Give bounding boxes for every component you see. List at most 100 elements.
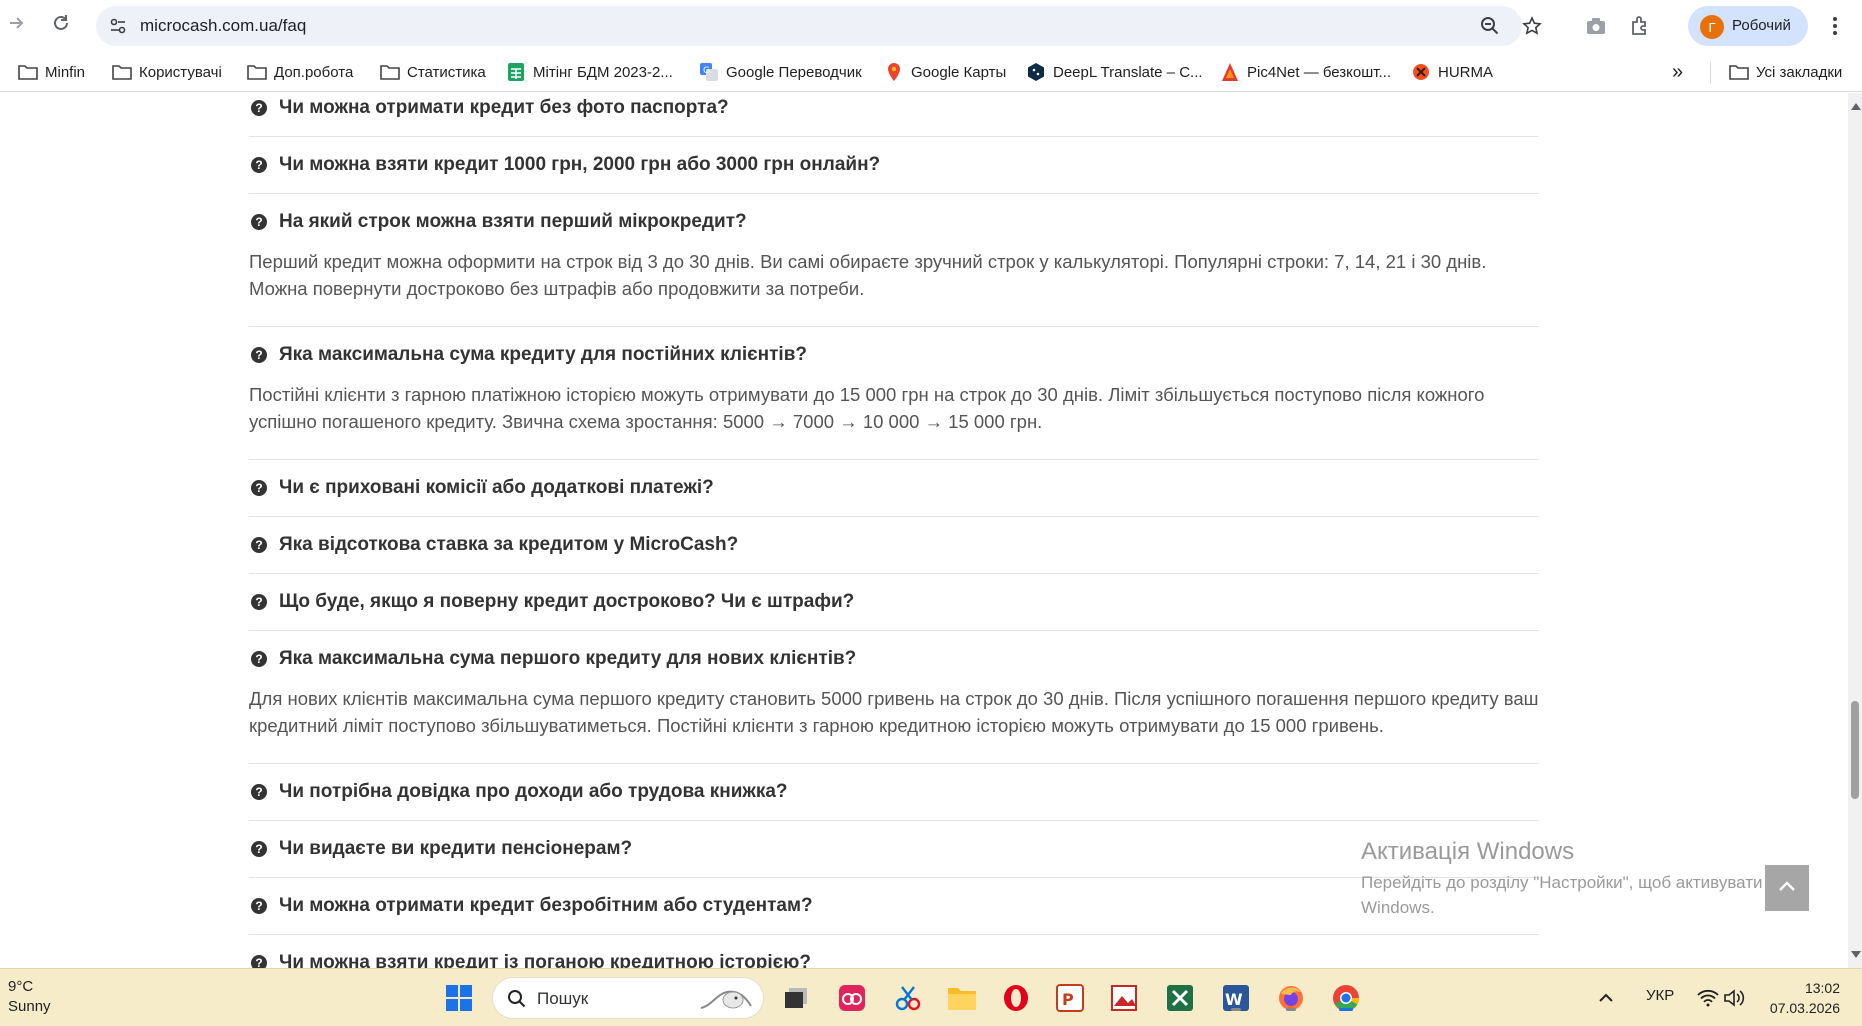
question-circle-icon: ? xyxy=(251,157,267,173)
question-circle-icon: ? xyxy=(251,651,267,667)
bookmark-google-maps[interactable]: Google Карты xyxy=(884,60,1006,84)
start-button[interactable] xyxy=(443,982,475,1014)
menu-kebab-icon[interactable] xyxy=(1822,13,1848,39)
faq-question[interactable]: ? Яка максимальна сума кредиту для пості… xyxy=(249,327,1539,383)
page-content: ? Чи можна отримати кредит без фото пасп… xyxy=(0,93,1848,968)
question-circle-icon: ? xyxy=(251,784,267,800)
scroll-to-top-button[interactable] xyxy=(1765,865,1809,911)
camera-icon[interactable] xyxy=(1583,13,1609,39)
system-clock[interactable]: 13:02 07.03.2026 xyxy=(1764,978,1840,1018)
svg-text:W: W xyxy=(1225,990,1243,1009)
bookmark-google-translate[interactable]: G Google Переводчик xyxy=(699,60,862,84)
faq-item: ? Яка максимальна сума першого кредиту д… xyxy=(249,631,1539,764)
file-explorer-icon[interactable] xyxy=(946,982,978,1014)
bookmark-meeting[interactable]: Мітінг БДМ 2023-2... xyxy=(506,60,673,84)
faq-question[interactable]: ? Чи можна взяти кредит 1000 грн, 2000 г… xyxy=(249,137,1539,193)
arrow-right-icon xyxy=(8,14,26,37)
search-highlight-icon xyxy=(699,984,755,1019)
bookmark-deepl[interactable]: DeepL Translate – C... xyxy=(1026,60,1203,84)
reload-button[interactable] xyxy=(44,8,78,42)
tray-overflow-chevron-icon[interactable] xyxy=(1596,982,1616,1014)
all-bookmarks-button[interactable]: Усі закладки xyxy=(1729,60,1842,84)
browser-toolbar: microcash.com.ua/faq Г Робочий xyxy=(0,0,1862,50)
snipping-tool-icon[interactable] xyxy=(892,982,924,1014)
bookmark-star-icon[interactable] xyxy=(1520,14,1544,38)
deepl-icon xyxy=(1026,62,1046,82)
chrome-icon[interactable] xyxy=(1330,982,1362,1014)
folder-icon xyxy=(1729,62,1749,82)
faq-answer: Постійні клієнти з гарною платіжною істо… xyxy=(249,384,1485,432)
address-bar[interactable]: microcash.com.ua/faq xyxy=(96,6,1542,46)
input-language[interactable]: УКР xyxy=(1646,987,1674,1004)
bookmark-pic4net[interactable]: Pic4Net — безкошт... xyxy=(1220,60,1391,84)
faq-item: ? Що буде, якщо я поверну кредит дострок… xyxy=(249,574,1539,631)
powerpoint-icon[interactable]: P xyxy=(1054,982,1086,1014)
url-text[interactable]: microcash.com.ua/faq xyxy=(140,16,306,36)
wifi-icon[interactable] xyxy=(1696,982,1720,1014)
creative-cloud-icon[interactable] xyxy=(836,982,868,1014)
running-indicator xyxy=(1231,1008,1241,1011)
opera-icon[interactable] xyxy=(1000,982,1032,1014)
faq-question[interactable]: ? Що буде, якщо я поверну кредит дострок… xyxy=(249,574,1539,630)
active-indicator xyxy=(1339,1008,1353,1011)
zoom-icon[interactable] xyxy=(1478,14,1502,38)
question-circle-icon: ? xyxy=(251,594,267,610)
bookmarks-bar: Minfin Користувачі Доп.робота Статистика… xyxy=(0,52,1862,92)
translate-icon: G xyxy=(699,62,719,82)
windows-taskbar: 9°C Sunny Пошук P W УКР 13:02 07.03.2026 xyxy=(0,968,1862,1026)
faq-question[interactable]: ? Чи потрібна довідка про доходи або тру… xyxy=(249,764,1539,820)
search-icon xyxy=(507,989,527,1014)
sheets-icon xyxy=(506,62,526,82)
scroll-down-arrow-icon[interactable] xyxy=(1851,951,1861,958)
faq-item: ? На який строк можна взяти перший мікро… xyxy=(249,194,1539,327)
more-bookmarks-button[interactable]: » xyxy=(1672,60,1683,84)
firefox-icon[interactable] xyxy=(1275,982,1307,1014)
faq-list: ? Чи можна отримати кредит без фото пасп… xyxy=(249,93,1539,968)
question-circle-icon: ? xyxy=(251,898,267,914)
photo-viewer-icon[interactable] xyxy=(1108,982,1140,1014)
scroll-thumb[interactable] xyxy=(1851,701,1859,799)
taskbar-search[interactable]: Пошук xyxy=(492,977,764,1019)
page-scrollbar[interactable] xyxy=(1848,93,1862,968)
weather-widget[interactable]: 9°C Sunny xyxy=(8,977,51,1017)
faq-question[interactable]: ? Яка відсоткова ставка за кредитом у Mi… xyxy=(249,517,1539,573)
folder-icon xyxy=(18,62,38,82)
faq-question[interactable]: ? Чи можна отримати кредит безробітним а… xyxy=(249,878,1539,934)
faq-item: ? Яка відсоткова ставка за кредитом у Mi… xyxy=(249,517,1539,574)
running-indicator xyxy=(1286,1008,1296,1011)
windows-activation-watermark: Активація Windows Перейдіть до розділу "… xyxy=(1361,838,1763,917)
faq-question[interactable]: ? На який строк можна взяти перший мікро… xyxy=(249,194,1539,250)
faq-question[interactable]: ? Чи видаєте ви кредити пенсіонерам? xyxy=(249,821,1539,877)
excel-icon[interactable] xyxy=(1164,982,1196,1014)
faq-answer: Для нових клієнтів максимальна сума перш… xyxy=(249,688,1539,736)
word-icon[interactable]: W xyxy=(1220,982,1252,1014)
forward-button[interactable] xyxy=(0,8,34,42)
faq-question[interactable]: ? Яка максимальна сума першого кредиту д… xyxy=(249,631,1539,687)
scroll-up-arrow-icon[interactable] xyxy=(1851,103,1861,110)
folder-icon xyxy=(247,62,267,82)
pic4net-icon xyxy=(1220,62,1240,82)
site-info-icon[interactable] xyxy=(104,12,132,40)
extensions-icon[interactable] xyxy=(1628,13,1654,39)
faq-question[interactable]: ? Чи є приховані комісії або додаткові п… xyxy=(249,460,1539,516)
bookmark-minfin[interactable]: Minfin xyxy=(18,60,85,84)
bookmark-dop-robota[interactable]: Доп.робота xyxy=(247,60,353,84)
faq-item: ? Яка максимальна сума кредиту для пості… xyxy=(249,327,1539,460)
bookmark-hurma[interactable]: HURMA xyxy=(1411,60,1493,84)
volume-icon[interactable] xyxy=(1722,982,1746,1014)
profile-name: Робочий xyxy=(1732,17,1791,34)
question-circle-icon: ? xyxy=(251,214,267,230)
folder-icon xyxy=(112,62,132,82)
reload-icon xyxy=(51,13,71,38)
question-circle-icon: ? xyxy=(251,347,267,363)
question-circle-icon: ? xyxy=(251,480,267,496)
task-view-icon[interactable] xyxy=(780,982,812,1014)
question-circle-icon: ? xyxy=(251,537,267,553)
faq-question[interactable]: ? Чи можна взяти кредит із поганою креди… xyxy=(249,935,1539,968)
avatar: Г xyxy=(1700,15,1724,39)
profile-button[interactable]: Г Робочий xyxy=(1688,6,1808,46)
bookmark-statistics[interactable]: Статистика xyxy=(380,60,486,84)
bookmark-users[interactable]: Користувачі xyxy=(112,60,222,84)
faq-question[interactable]: ? Чи можна отримати кредит без фото пасп… xyxy=(249,93,1539,136)
bookmarks-divider xyxy=(1710,62,1711,84)
